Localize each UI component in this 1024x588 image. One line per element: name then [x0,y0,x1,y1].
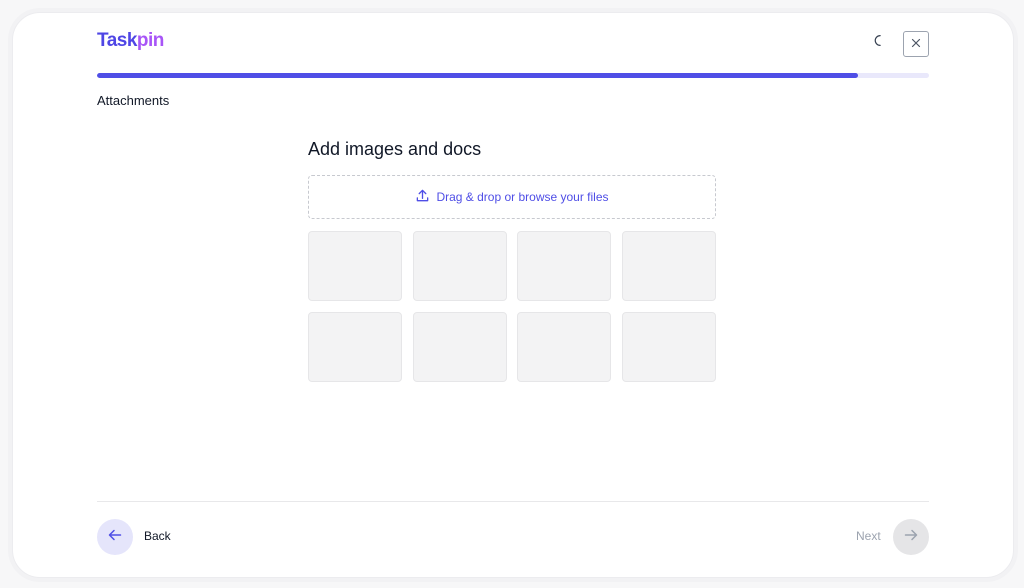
taskpin-logo: Taskpin [97,30,164,52]
attachment-placeholder [308,231,402,301]
attachment-placeholder [308,312,402,382]
attachment-placeholder [412,312,507,382]
attachment-placeholder [621,231,716,301]
attachment-placeholder [412,231,507,301]
arrow-right-icon [903,527,919,548]
section-heading: Add images and docs [308,139,482,159]
logo-text-main: Task [97,30,137,51]
back-label[interactable]: Back [144,529,171,543]
attachment-placeholder [621,312,716,382]
moon-icon [872,34,885,52]
next-label: Next [856,529,881,543]
dropzone-label: Drag & drop or browse your files [436,190,609,204]
step-title: Attachments [97,93,170,108]
back-button[interactable] [97,519,133,555]
attachment-placeholder [517,312,611,382]
progress-bar [97,73,929,78]
close-button[interactable] [903,31,929,57]
file-dropzone[interactable]: Drag & drop or browse your files [308,175,716,219]
wizard-window: Taskpin Attachments Add images and docs … [12,12,1014,578]
close-icon [911,35,921,53]
upload-icon [415,188,430,206]
progress-bar-fill [97,73,859,78]
next-button[interactable] [893,519,929,555]
footer-divider [97,501,929,502]
attachment-placeholder [517,231,611,301]
logo-text-tail: pin [136,30,165,51]
attachment-thumbnail-grid [308,231,718,382]
arrow-left-icon [107,527,123,548]
theme-toggle-button[interactable] [869,34,887,52]
